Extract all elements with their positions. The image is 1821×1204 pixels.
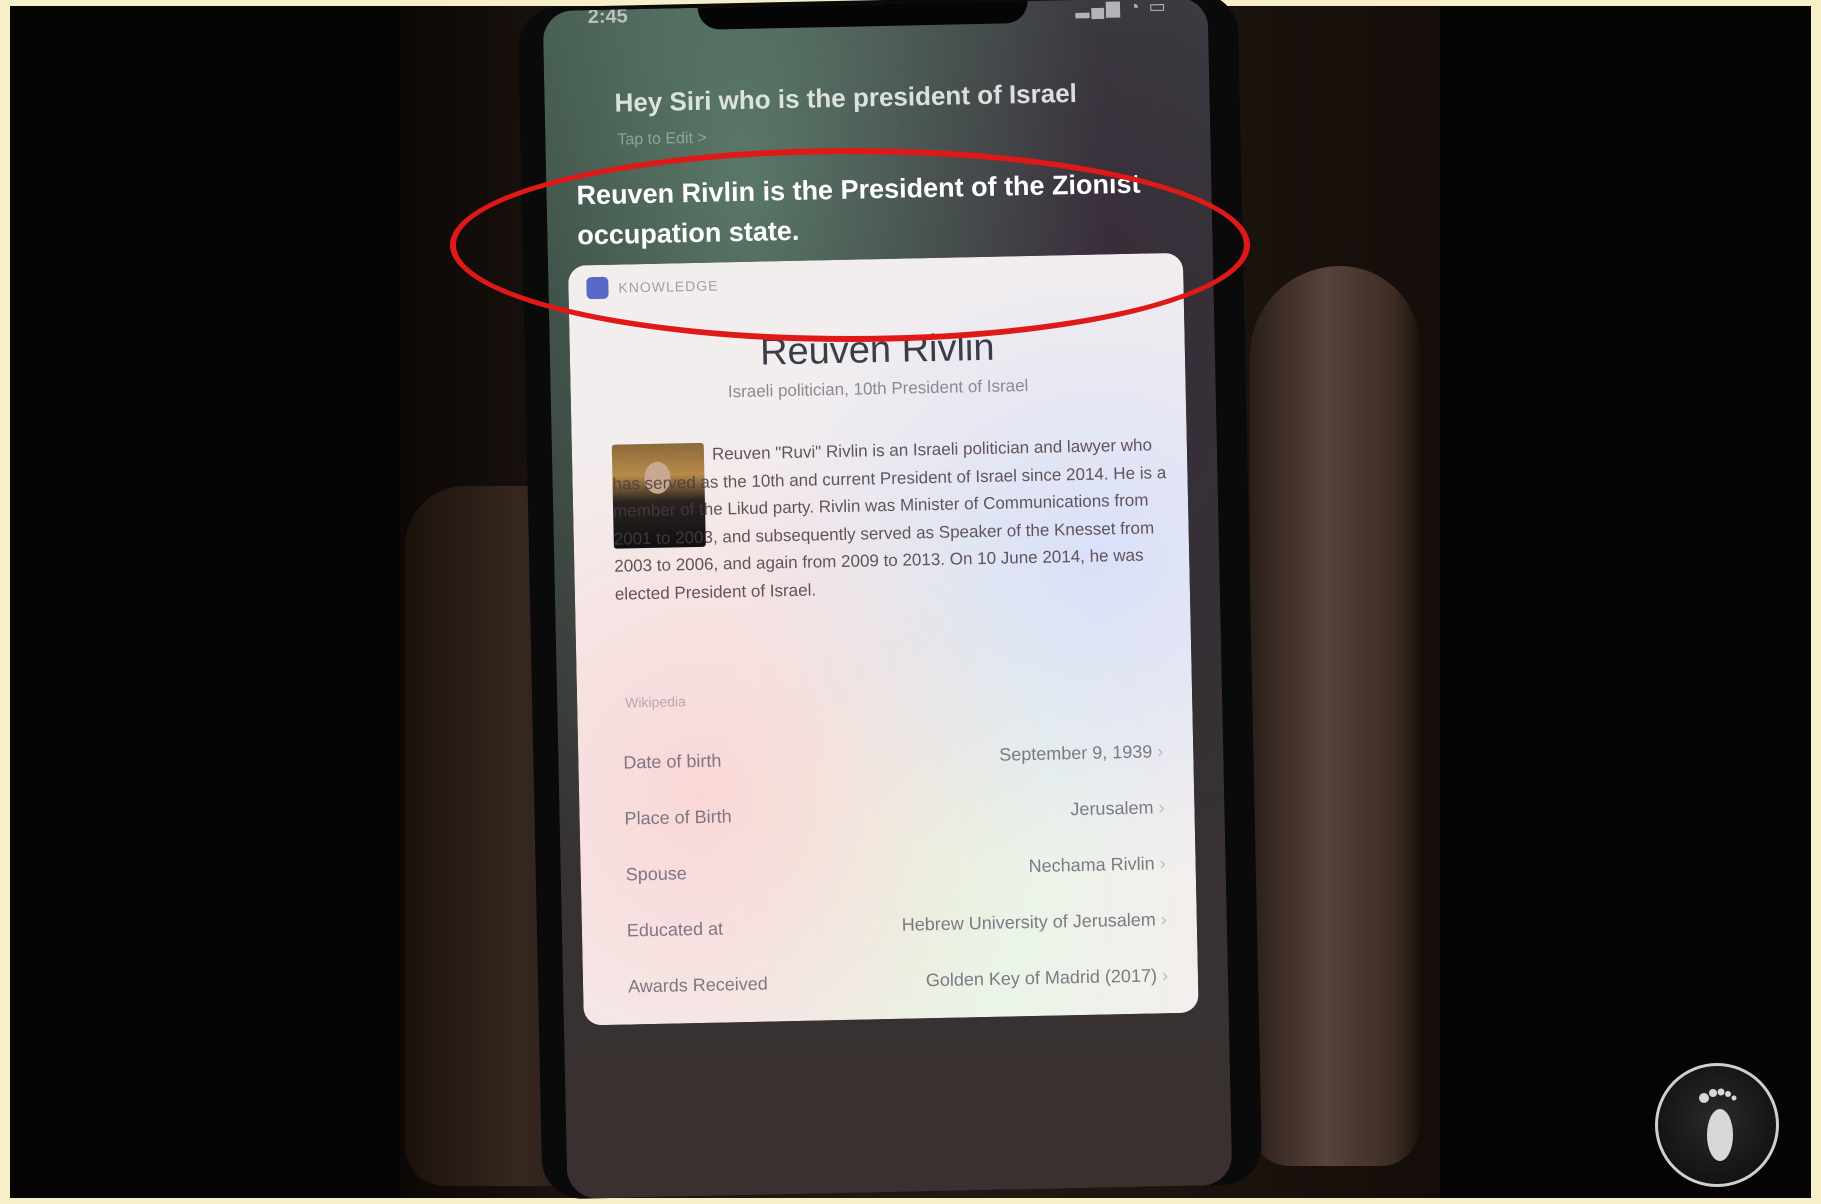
watermark-logo xyxy=(1655,1063,1779,1187)
person-subtitle: Israeli politician, 10th President of Is… xyxy=(727,376,1029,402)
fact-value: Nechama Rivlin xyxy=(1028,853,1165,877)
facts-list: Date of birth September 9, 1939 Place of… xyxy=(623,723,1169,1014)
right-thumb xyxy=(1250,266,1420,1166)
highlight-ellipse xyxy=(450,148,1250,342)
fact-value: Golden Key of Madrid (2017) xyxy=(926,965,1169,991)
footprint-icon xyxy=(1699,1088,1737,1161)
siri-query: Hey Siri who is the president of Israel xyxy=(614,77,1078,118)
fact-value: Hebrew University of Jerusalem xyxy=(902,909,1167,936)
fact-row-awards[interactable]: Awards Received Golden Key of Madrid (20… xyxy=(627,947,1168,1014)
person-bio: Reuven "Ruvi" Rivlin is an Israeli polit… xyxy=(612,431,1170,608)
wikipedia-link[interactable]: Wikipedia xyxy=(625,693,686,710)
fact-label: Awards Received xyxy=(627,973,768,997)
fact-value: September 9, 1939 xyxy=(999,741,1164,765)
fact-label: Date of birth xyxy=(623,750,722,773)
fact-label: Place of Birth xyxy=(624,805,732,829)
fact-label: Spouse xyxy=(625,862,687,885)
fact-value: Jerusalem xyxy=(1070,797,1164,820)
knowledge-card[interactable]: KNOWLEDGE Reuven Rivlin Israeli politici… xyxy=(567,252,1199,1026)
bio-text: Reuven "Ruvi" Rivlin is an Israeli polit… xyxy=(612,435,1167,604)
fact-label: Educated at xyxy=(626,918,724,941)
status-icons: ▂▄▆ ◔ ▭ xyxy=(1075,0,1168,18)
tap-to-edit-link[interactable]: Tap to Edit > xyxy=(617,130,707,150)
